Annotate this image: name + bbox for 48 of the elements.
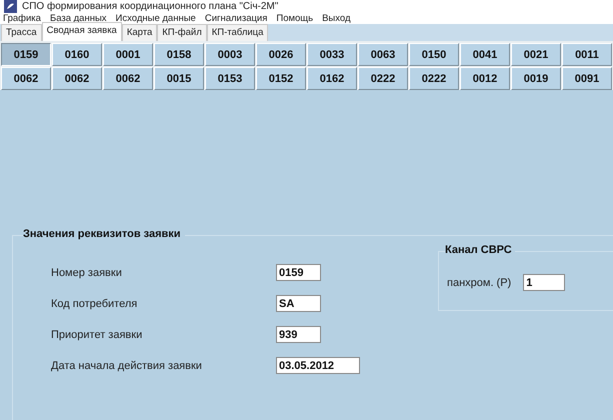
request-button[interactable]: 0091 <box>562 67 612 90</box>
input-field[interactable]: SA <box>276 295 321 312</box>
field-label: Номер заявки <box>51 266 123 278</box>
tab[interactable]: Сводная заявка <box>42 22 122 41</box>
field-label: Дата начала действия заявки <box>51 360 203 372</box>
menu-item[interactable]: Сигнализация <box>204 13 268 24</box>
request-button[interactable]: 0019 <box>511 67 561 90</box>
tab[interactable]: Карта <box>122 24 158 41</box>
request-button[interactable]: 0011 <box>562 43 612 66</box>
request-button[interactable]: 0021 <box>511 43 561 66</box>
request-button[interactable]: 0062 <box>103 67 153 90</box>
request-button[interactable]: 0041 <box>460 43 510 66</box>
request-button[interactable]: 0003 <box>205 43 255 66</box>
group-title: Канал СВРС <box>445 244 515 256</box>
input-field[interactable]: 0159 <box>276 264 321 281</box>
request-button[interactable]: 0160 <box>52 43 102 66</box>
request-button[interactable]: 0033 <box>307 43 357 66</box>
input-field[interactable]: 939 <box>276 326 321 343</box>
request-button[interactable]: 0015 <box>154 67 204 90</box>
request-button[interactable]: 0222 <box>409 67 459 90</box>
menu-item[interactable]: База данных <box>50 13 107 24</box>
menu-item[interactable]: Выход <box>322 13 351 24</box>
tab[interactable]: Трасса <box>1 24 42 41</box>
menu-item[interactable]: Исходные данные <box>116 13 196 24</box>
tab[interactable]: КП-файл <box>157 24 207 41</box>
request-button[interactable]: 0162 <box>307 67 357 90</box>
field-label: панхром. (Р) <box>447 276 512 288</box>
input-field[interactable]: 1 <box>523 274 566 291</box>
window-title: СПО формирования координационного плана "Січ-2М" <box>22 1 278 12</box>
request-button[interactable]: 0158 <box>154 43 204 66</box>
request-button[interactable]: 0063 <box>358 43 408 66</box>
request-button[interactable]: 0012 <box>460 67 510 90</box>
menu-item[interactable]: Графика <box>3 13 41 24</box>
group-title: Значения реквизитов заявки <box>23 228 185 240</box>
tab[interactable]: КП-таблица <box>206 24 268 41</box>
request-button[interactable]: 0062 <box>1 67 51 90</box>
request-button[interactable]: 0001 <box>103 43 153 66</box>
request-button[interactable]: 0026 <box>256 43 306 66</box>
request-button[interactable]: 0153 <box>205 67 255 90</box>
field-label: Приоритет заявки <box>51 328 144 340</box>
input-field[interactable]: 03.05.2012 <box>276 357 360 374</box>
request-button[interactable]: 0062 <box>52 67 102 90</box>
request-button[interactable]: 0150 <box>409 43 459 66</box>
menu-item[interactable]: Помощь <box>276 13 314 24</box>
request-button[interactable]: 0222 <box>358 67 408 90</box>
field-label: Код потребителя <box>51 298 138 310</box>
request-button[interactable]: 0159 <box>1 43 51 66</box>
request-button[interactable]: 0152 <box>256 67 306 90</box>
